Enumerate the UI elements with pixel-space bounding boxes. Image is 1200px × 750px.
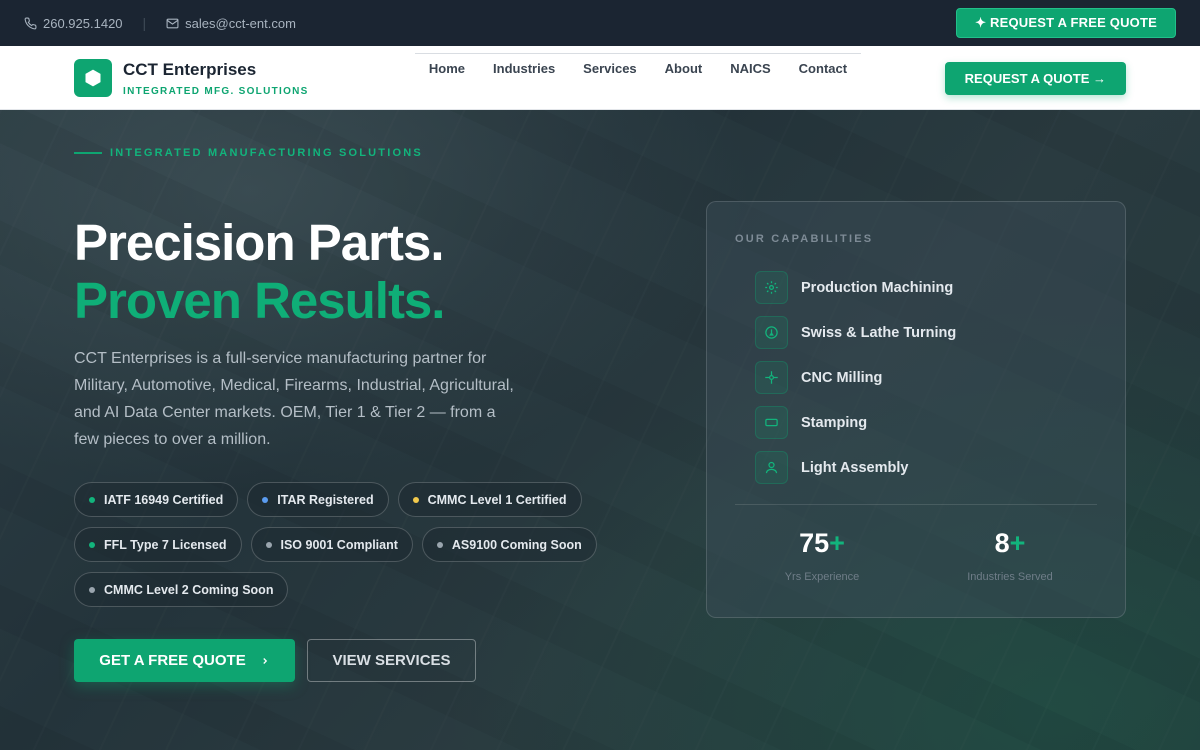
nav-services[interactable]: Services: [583, 61, 637, 76]
capability-label: Light Assembly: [801, 459, 909, 476]
badge-iso: ISO 9001 Compliant: [250, 527, 413, 562]
person-icon: [755, 451, 788, 484]
phone-contact[interactable]: 260.925.1420: [24, 16, 123, 31]
stamp-icon: [755, 406, 788, 439]
nav-contact[interactable]: Contact: [799, 61, 847, 76]
stat-label: Yrs Experience: [784, 571, 860, 583]
badge-cmmc-1: CMMC Level 1 Certified: [397, 482, 582, 517]
main-header: CCT Enterprises INTEGRATED MFG. SOLUTION…: [0, 46, 1200, 110]
gear-icon: [755, 271, 788, 304]
status-dot: [89, 541, 95, 548]
badge-ffl: FFL Type 7 Licensed: [74, 527, 242, 562]
nav-home[interactable]: Home: [429, 61, 465, 76]
email-contact[interactable]: sales@cct-ent.com: [166, 16, 296, 31]
turning-icon: [755, 316, 788, 349]
hero-description: CCT Enterprises is a full-service manufa…: [74, 350, 514, 448]
badge-itar: ITAR Registered: [247, 482, 389, 517]
badge-label: CMMC Level 2 Coming Soon: [104, 582, 274, 597]
headline-line-1: Precision Parts.: [74, 214, 445, 271]
capability-label: Stamping: [801, 414, 868, 431]
capability-light-assembly[interactable]: Light Assembly: [755, 445, 956, 490]
badge-label: AS9100 Coming Soon: [451, 537, 582, 552]
status-dot: [436, 541, 443, 548]
capability-label: CNC Milling: [801, 369, 883, 386]
badge-label: FFL Type 7 Licensed: [104, 537, 227, 552]
get-free-quote-button[interactable]: GET A FREE QUOTE: [74, 639, 295, 682]
badge-cmmc-2: CMMC Level 2 Coming Soon: [74, 572, 289, 607]
main-nav: Home Industries Services About NAICS Con…: [415, 53, 861, 76]
stat-number: 75+: [799, 528, 845, 558]
capability-cnc-milling[interactable]: CNC Milling: [755, 355, 956, 400]
badge-iatf: IATF 16949 Certified: [74, 482, 239, 517]
cta-label: GET A FREE QUOTE: [99, 652, 246, 669]
status-dot: [89, 586, 95, 593]
status-dot: [262, 496, 269, 503]
top-bar: 260.925.1420 | sales@cct-ent.com ✦ REQUE…: [0, 0, 1200, 46]
chevron-right-icon: [263, 657, 267, 664]
request-free-quote-button[interactable]: ✦ REQUEST A FREE QUOTE: [956, 8, 1176, 38]
request-quote-button[interactable]: REQUEST A QUOTE →: [944, 62, 1126, 95]
hexagon-logo-icon: [74, 59, 112, 97]
nav-naics[interactable]: NAICS: [730, 61, 770, 76]
capabilities-title: OUR CAPABILITIES: [735, 233, 874, 245]
divider: |: [142, 15, 147, 31]
stat-number: 8+: [994, 528, 1026, 558]
capability-production-machining[interactable]: Production Machining: [755, 265, 956, 310]
stat-label: Industries Served: [967, 571, 1053, 583]
badge-label: IATF 16949 Certified: [104, 492, 224, 507]
capability-stamping[interactable]: Stamping: [755, 400, 956, 445]
hero-headline: Precision Parts. Proven Results.: [74, 214, 445, 330]
brand-name: CCT Enterprises: [123, 59, 257, 79]
capability-label: Swiss & Lathe Turning: [801, 324, 957, 341]
badge-as9100: AS9100 Coming Soon: [421, 527, 597, 562]
mail-icon: [166, 18, 179, 28]
hero-section: INTEGRATED MANUFACTURING SOLUTIONS Preci…: [0, 110, 1200, 750]
capabilities-list: Production Machining Swiss & Lathe Turni…: [755, 265, 956, 490]
eyebrow-line: [74, 152, 102, 154]
capability-label: Production Machining: [801, 279, 954, 296]
stat-experience: 75+ Yrs Experience: [742, 528, 902, 583]
status-dot: [89, 496, 95, 503]
phone-icon: [24, 17, 37, 29]
nav-industries[interactable]: Industries: [493, 61, 555, 76]
status-dot: [412, 496, 419, 503]
badge-label: ISO 9001 Compliant: [280, 537, 398, 552]
nav-about[interactable]: About: [665, 61, 703, 76]
capability-swiss-lathe[interactable]: Swiss & Lathe Turning: [755, 310, 956, 355]
brand-logo[interactable]: CCT Enterprises INTEGRATED MFG. SOLUTION…: [74, 59, 309, 97]
brand-tagline: INTEGRATED MFG. SOLUTIONS: [123, 85, 309, 97]
headline-line-2: Proven Results.: [74, 272, 445, 329]
crosshair-icon: [755, 361, 788, 394]
certification-badges: IATF 16949 Certified ITAR Registered CMM…: [74, 482, 634, 607]
hero-eyebrow: INTEGRATED MANUFACTURING SOLUTIONS: [74, 147, 423, 159]
card-divider: [735, 504, 1097, 505]
badge-label: CMMC Level 1 Certified: [427, 492, 567, 507]
badge-label: ITAR Registered: [277, 492, 374, 507]
view-services-button[interactable]: VIEW SERVICES: [307, 639, 476, 682]
eyebrow-text: INTEGRATED MANUFACTURING SOLUTIONS: [110, 147, 423, 159]
status-dot: [265, 541, 272, 548]
capabilities-card: OUR CAPABILITIES Production Machining Sw…: [706, 201, 1126, 618]
phone-number: 260.925.1420: [43, 15, 123, 31]
stat-industries: 8+ Industries Served: [930, 528, 1090, 583]
email-address: sales@cct-ent.com: [185, 15, 296, 31]
